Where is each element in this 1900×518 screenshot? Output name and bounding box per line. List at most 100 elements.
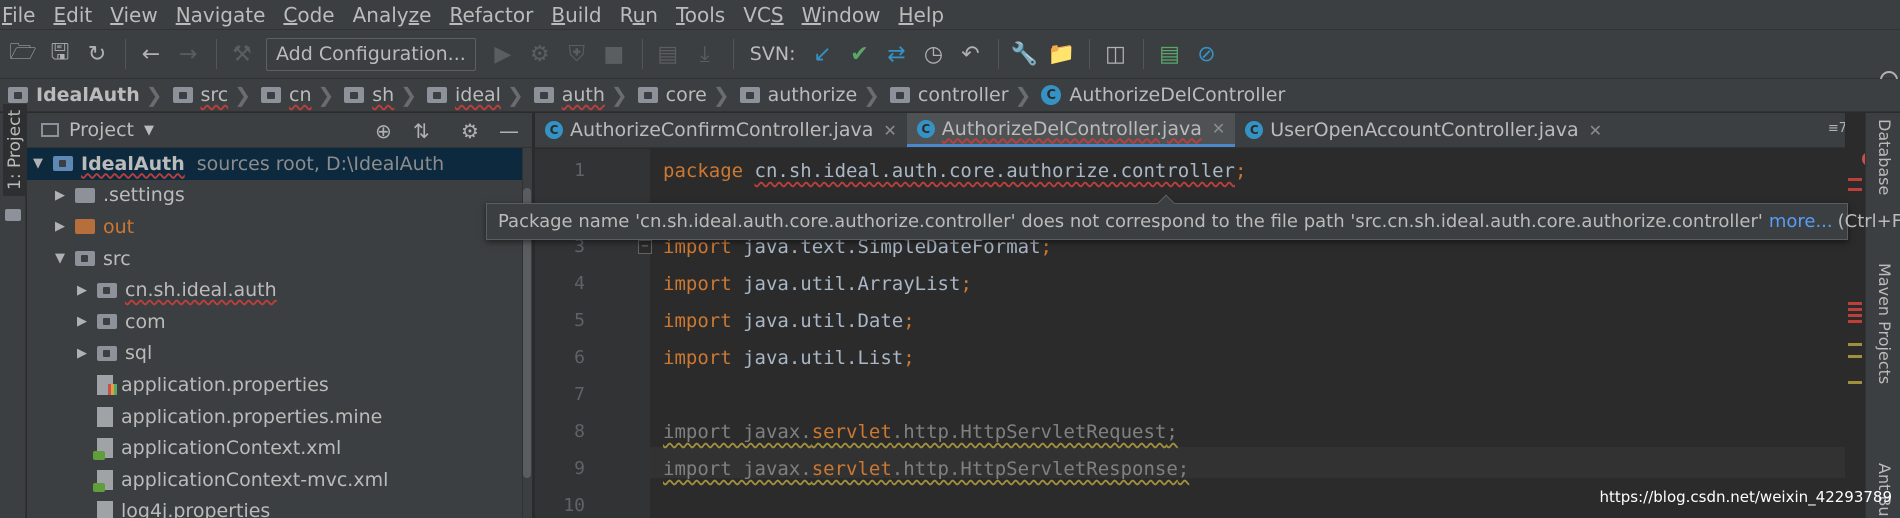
stop-icon[interactable]: ■ [597,37,631,71]
tree-item-out[interactable]: ▶ out [27,211,532,243]
build-hammer-icon[interactable]: ⚒ [225,37,259,71]
svn-revert-icon[interactable]: ↶ [953,37,987,71]
breadcrumb-item-sh[interactable]: sh ❯ [344,83,427,107]
activity-monitor-icon[interactable]: ▤ [1152,37,1186,71]
settings-wrench-icon[interactable]: 🔧 [1007,37,1041,71]
svn-commit-icon[interactable]: ✔ [842,37,876,71]
menu-file[interactable]: File [2,3,44,27]
tree-item-app-properties[interactable]: application.properties [27,369,532,401]
chevron-right-icon[interactable]: ▶ [71,314,93,329]
menu-build[interactable]: Build [551,3,610,27]
error-stripe[interactable] [1845,113,1865,518]
error-stripe-mark[interactable] [1848,308,1862,311]
tab-authorize-del[interactable]: C AuthorizeDelController.java ✕ [906,113,1236,147]
project-structure-icon[interactable]: 📁 [1044,37,1078,71]
database-tool-tab[interactable]: Database [1875,119,1894,195]
breadcrumb-separator-icon: ❯ [506,83,524,107]
warning-stripe-mark[interactable] [1848,355,1862,358]
close-icon[interactable]: ✕ [1589,121,1602,140]
breadcrumb-item-idealauth[interactable]: IdealAuth ❯ [8,83,173,107]
chevron-right-icon[interactable]: ▶ [71,283,93,298]
gear-icon[interactable]: ⚙ [461,119,479,143]
project-panel-title[interactable]: Project [69,119,134,141]
tree-item-src[interactable]: ▼ src [27,243,532,275]
sync-icon[interactable]: ↻ [80,37,114,71]
structure-tool-icon[interactable] [5,209,21,221]
maven-projects-tool-tab[interactable]: Maven Projects [1875,263,1894,384]
chevron-right-icon[interactable]: ▶ [71,346,93,361]
breadcrumb-item-cn[interactable]: cn ❯ [261,83,344,107]
debug-icon[interactable]: ⚙ [523,37,557,71]
svn-compare-icon[interactable]: ⇄ [879,37,913,71]
breadcrumb-item-ideal[interactable]: ideal ❯ [427,83,534,107]
power-save-icon[interactable]: ⊘ [1189,37,1223,71]
menu-tools[interactable]: Tools [676,3,734,27]
tree-item-label: log4j.properties [121,500,271,518]
collapse-all-icon[interactable]: ⇅ [413,119,430,143]
menu-help[interactable]: Help [898,3,953,27]
fold-marker-icon[interactable]: − [638,240,652,254]
tooltip-more-link[interactable]: more... [1769,211,1833,232]
chevron-down-icon[interactable]: ▼ [49,251,71,266]
menu-navigate[interactable]: Navigate [176,3,275,27]
error-stripe-mark[interactable] [1848,314,1862,317]
chevron-down-icon[interactable]: ▼ [144,123,154,138]
breadcrumb-label: src [200,84,229,106]
close-icon[interactable]: ✕ [1212,119,1225,138]
breadcrumb-item-authorize[interactable]: authorize ❯ [739,83,890,107]
back-arrow-icon[interactable]: ← [134,37,168,71]
hide-panel-icon[interactable]: — [499,119,519,143]
chevron-down-icon[interactable]: ▼ [27,156,49,171]
menu-code[interactable]: Code [283,3,343,27]
tree-item-app-context-mvc-xml[interactable]: applicationContext-mvc.xml [27,464,532,496]
tree-item-package[interactable]: ▶ cn.sh.ideal.auth [27,274,532,306]
folder-icon [739,87,760,103]
svn-history-icon[interactable]: ◷ [916,37,950,71]
add-configuration-button[interactable]: Add Configuration... [266,37,476,71]
main-toolbar: 🗁 🖫 ↻ ← → ⚒ Add Configuration... ▶ ⚙ ⛨ ■… [0,29,1900,89]
tree-item-settings[interactable]: ▶ .settings [27,180,532,212]
menu-analyze[interactable]: Analyze [353,3,441,27]
chevron-right-icon[interactable]: ▶ [49,188,71,203]
tree-item-com[interactable]: ▶ com [27,306,532,338]
forward-arrow-icon[interactable]: → [171,37,205,71]
locate-target-icon[interactable]: ⊕ [375,119,392,143]
breadcrumb-item-core[interactable]: core ❯ [637,83,740,107]
download-icon[interactable]: ⤓ [688,37,722,71]
tree-item-sql[interactable]: ▶ sql [27,338,532,370]
svn-update-icon[interactable]: ↙ [805,37,839,71]
close-icon[interactable]: ✕ [883,121,896,140]
tree-item-app-context-xml[interactable]: applicationContext.xml [27,432,532,464]
tree-item-label: IdealAuth [81,152,185,175]
breadcrumb-item-src[interactable]: src ❯ [172,83,262,107]
menu-vcs[interactable]: VCS [743,3,792,27]
menu-window[interactable]: Window [802,3,890,27]
warning-stripe-mark[interactable] [1848,343,1862,346]
tree-item-idealauth[interactable]: ▼ IdealAuth sources root, D:\IdealAuth [27,148,532,180]
run-icon[interactable]: ▶ [486,37,520,71]
coverage-icon[interactable]: ⛨ [560,37,594,71]
menu-edit[interactable]: Edit [53,3,101,27]
warning-stripe-mark[interactable] [1848,381,1862,384]
menu-refactor[interactable]: Refactor [449,3,542,27]
error-stripe-mark[interactable] [1848,178,1862,181]
open-folder-icon[interactable]: 🗁 [6,37,40,71]
tree-item-app-properties-mine[interactable]: application.properties.mine [27,401,532,433]
breadcrumb-item-controller[interactable]: controller ❯ [889,83,1041,107]
error-stripe-mark[interactable] [1848,188,1862,191]
tree-item-log4j[interactable]: log4j.properties [27,496,532,518]
project-tool-tab[interactable]: 1: Project [3,103,27,196]
error-stripe-mark[interactable] [1848,320,1862,323]
menu-view[interactable]: View [110,3,166,27]
breadcrumb-item-auth[interactable]: auth ❯ [533,83,638,107]
tab-user-open-account[interactable]: C UserOpenAccountController.java ✕ [1235,113,1612,147]
menu-run[interactable]: Run [620,3,667,27]
breadcrumb-item-class[interactable]: C AuthorizeDelController [1041,84,1285,106]
save-icon[interactable]: 🖫 [43,37,77,71]
sdk-manager-icon[interactable]: ◫ [1098,37,1132,71]
error-stripe-mark[interactable] [1848,302,1862,305]
commit-file-icon[interactable]: ▤ [651,37,685,71]
menu-analyze-label-a: Analy [352,2,409,27]
chevron-right-icon[interactable]: ▶ [49,219,71,234]
tab-authorize-confirm[interactable]: C AuthorizeConfirmController.java ✕ [535,113,907,147]
